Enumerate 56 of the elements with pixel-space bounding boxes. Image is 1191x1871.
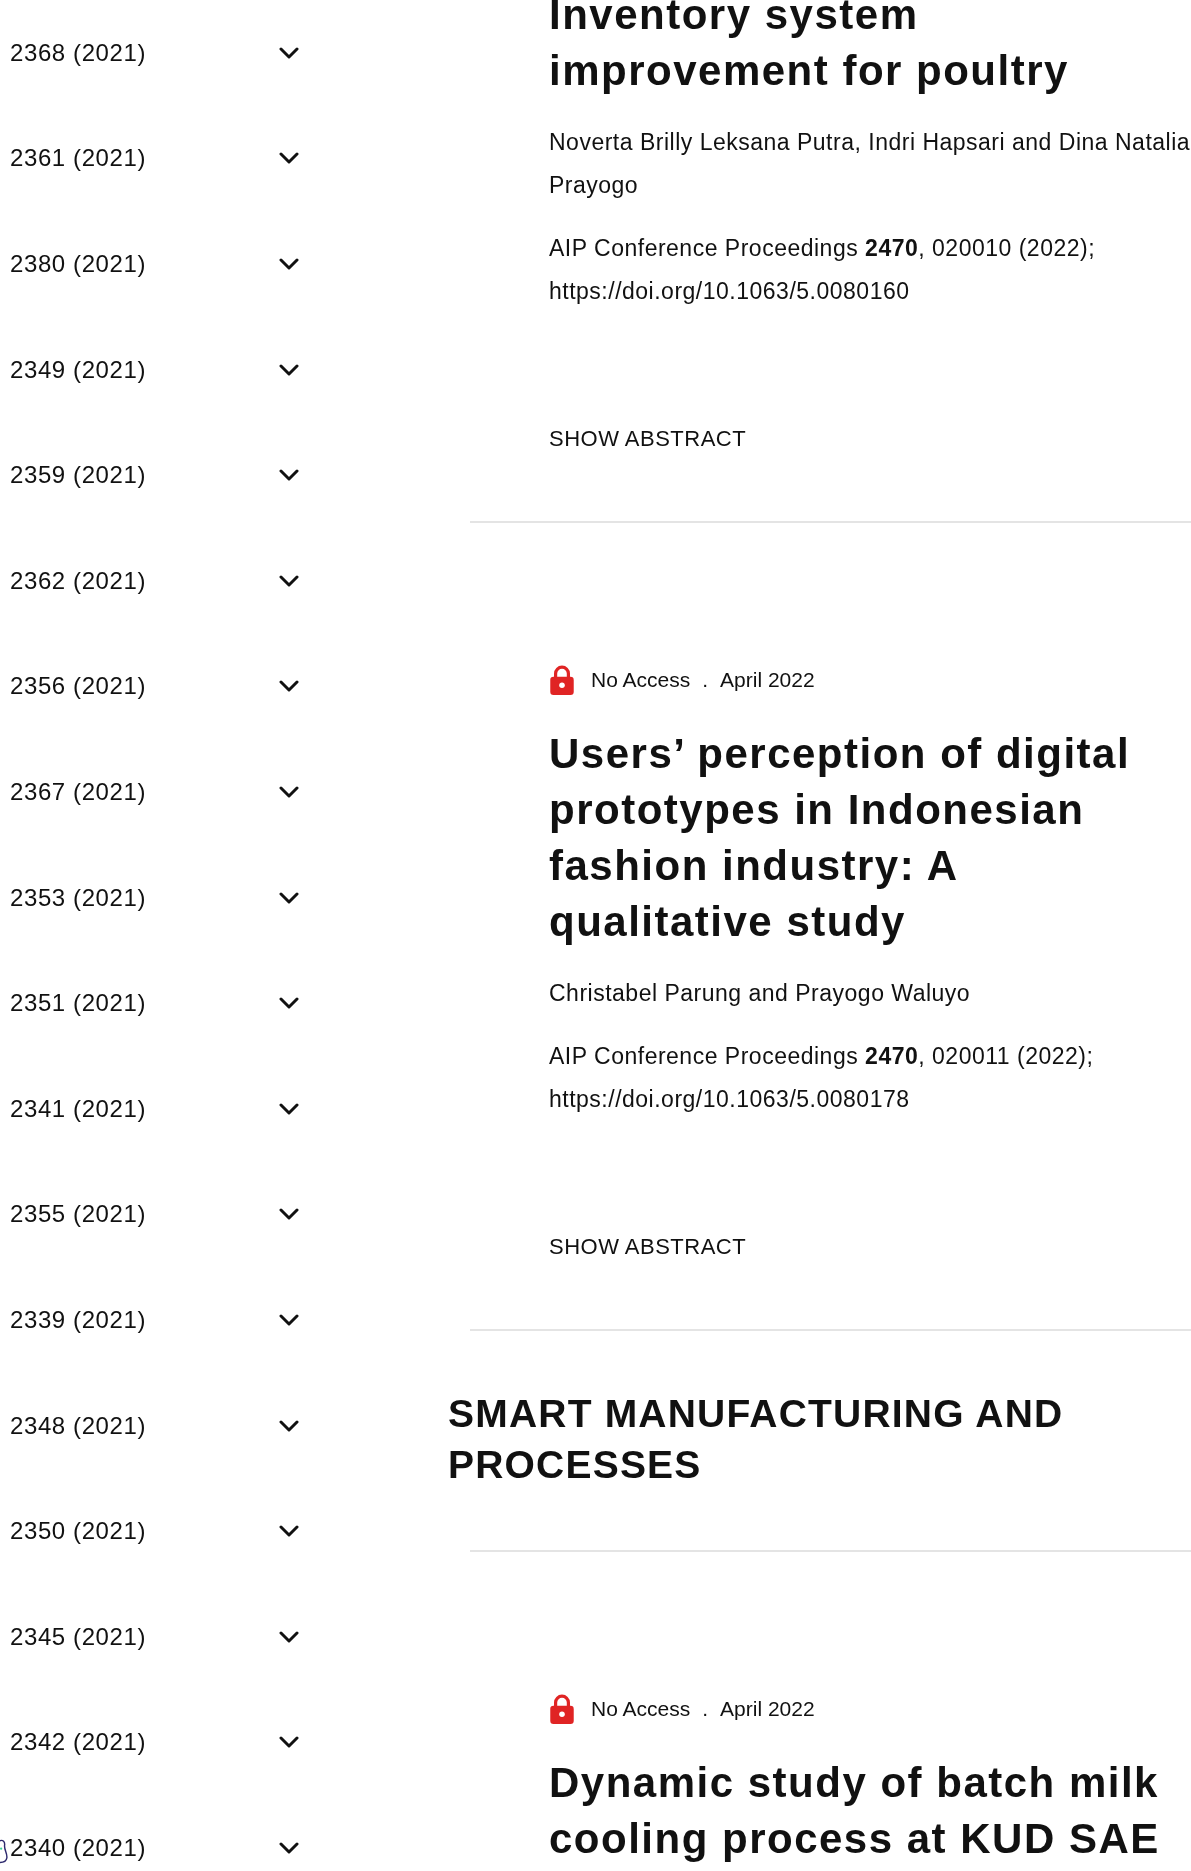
chevron-down-icon[interactable] [279,469,299,482]
article-title[interactable]: Dynamic study of batch milk cooling process at KUD SAE [549,1755,1191,1867]
article-citation: AIP Conference Proceedings 2470, 020011 (2022); https://doi.org/10.1063/5.0080178 [549,1042,1095,1114]
show-abstract-button[interactable]: SHOW ABSTRACT [549,1232,747,1262]
volume-link[interactable]: 2353 (2021) [10,883,147,912]
publication-date: April 2022 [720,1697,815,1721]
volume-link[interactable]: 2380 (2021) [10,250,147,278]
section-heading: SMART MANUFACTURING AND PROCESSES [448,1391,1065,1488]
volume-link[interactable]: 2342 (2021) [10,1728,147,1757]
chevron-down-icon[interactable] [279,1630,299,1643]
volume-link[interactable]: 2350 (2021) [10,1517,147,1546]
article-authors: Christabel Parung and Prayogo Waluyo [549,979,972,1008]
chevron-down-icon[interactable] [279,891,299,904]
show-abstract-button[interactable]: SHOW ABSTRACT [549,424,747,454]
volume-link[interactable]: 2341 (2021) [10,1094,147,1123]
access-label: No Access [591,1697,691,1721]
volume-link[interactable]: 2348 (2021) [10,1411,147,1440]
volume-link[interactable]: 2367 (2021) [10,777,147,806]
chevron-down-icon[interactable] [279,574,299,587]
chevron-down-icon[interactable] [279,1525,299,1538]
volume-link[interactable]: 2361 (2021) [10,144,147,173]
chevron-down-icon[interactable] [279,1208,299,1221]
lock-icon [549,664,575,696]
article-title[interactable]: Users’ perception of digital prototypes in Indonesian fashion industry: A qualitative study [549,726,1191,950]
chevron-down-icon[interactable] [279,363,299,376]
doi-link[interactable]: https://doi.org/10.1063/5.0080178 [549,1086,910,1112]
volume-link[interactable]: 2351 (2021) [10,989,147,1018]
article-authors: Noverta Brilly Leksana Putra, Indri Hapsari and Dina Natalia Prayogo [549,128,1191,200]
chevron-down-icon[interactable] [279,1313,299,1326]
chevron-down-icon[interactable] [279,152,299,165]
separator-dot: . [702,1697,709,1721]
chevron-down-icon[interactable] [279,785,299,798]
volume-link[interactable]: 2345 (2021) [10,1622,147,1651]
chevron-down-icon[interactable] [279,258,299,270]
chevron-down-icon[interactable] [279,680,299,693]
chevron-down-icon[interactable] [279,1736,299,1749]
volume-link[interactable]: 2340 (2021) [10,1833,147,1862]
publication-date: April 2022 [720,668,815,692]
chevron-down-icon[interactable] [279,997,299,1010]
volume-link[interactable]: 2355 (2021) [10,1200,147,1229]
volume-link[interactable]: 2359 (2021) [10,461,147,490]
chevron-down-icon[interactable] [279,1419,299,1432]
chevron-down-icon[interactable] [279,46,299,59]
volume-link[interactable]: 2362 (2021) [10,566,147,595]
article-citation: AIP Conference Proceedings 2470, 020010 (2022); https://doi.org/10.1063/5.0080160 [549,234,1097,306]
access-label: No Access [591,668,691,692]
chevron-down-icon[interactable] [279,1102,299,1115]
volume-link[interactable]: 2349 (2021) [10,355,147,384]
chevron-down-icon[interactable] [279,1841,299,1854]
volume-link[interactable]: 2368 (2021) [10,38,147,67]
volume-link[interactable]: 2356 (2021) [10,672,147,701]
doi-link[interactable]: https://doi.org/10.1063/5.0080160 [549,278,910,304]
article-title[interactable]: Inventory system improvement for poultry [549,0,1191,99]
volume-link[interactable]: 2339 (2021) [10,1305,147,1334]
separator-dot: . [702,668,709,692]
lock-icon [549,1693,575,1725]
